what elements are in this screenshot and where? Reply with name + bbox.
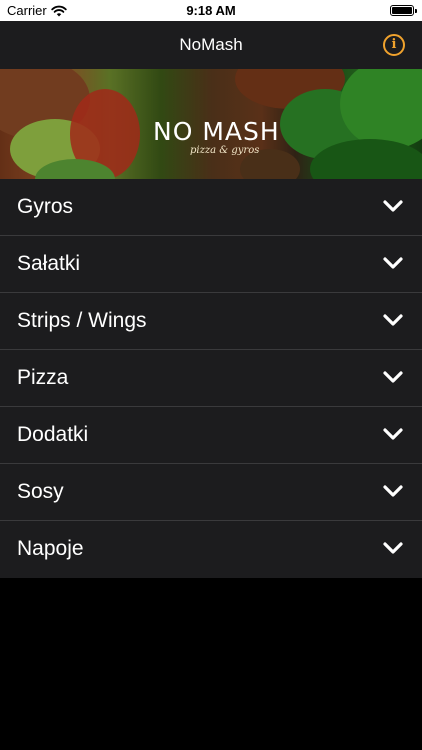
list-item[interactable]: Napoje — [0, 521, 422, 578]
info-icon[interactable]: i — [383, 34, 405, 56]
clock: 9:18 AM — [186, 3, 236, 18]
category-label: Napoje — [17, 537, 84, 560]
category-label: Sosy — [17, 480, 64, 503]
category-label: Dodatki — [17, 423, 89, 446]
chevron-down-icon[interactable] — [382, 484, 404, 498]
list-item[interactable]: Sałatki — [0, 236, 422, 293]
list-item[interactable]: Gyros — [0, 179, 422, 236]
nav-bar: NoMash i — [0, 21, 422, 69]
page-title: NoMash — [179, 35, 243, 54]
category-label: Strips / Wings — [17, 309, 147, 332]
category-label: Gyros — [17, 195, 74, 218]
list-item[interactable]: Strips / Wings — [0, 293, 422, 350]
status-bar: Carrier 9:18 AM — [0, 0, 422, 21]
category-label: Pizza — [17, 366, 69, 389]
brand-logo: NO MASH — [153, 117, 280, 146]
category-list: Gyros Sałatki Strips / Wings Pizza Dodat… — [0, 179, 422, 578]
chevron-down-icon[interactable] — [382, 199, 404, 213]
list-item[interactable]: Dodatki — [0, 407, 422, 464]
banner-image: NO MASH pizza & gyros — [0, 69, 422, 179]
chevron-down-icon[interactable] — [382, 541, 404, 555]
brand-tagline: pizza & gyros — [190, 145, 260, 156]
chevron-down-icon[interactable] — [382, 427, 404, 441]
category-label: Sałatki — [17, 252, 81, 275]
list-item[interactable]: Pizza — [0, 350, 422, 407]
list-item[interactable]: Sosy — [0, 464, 422, 521]
chevron-down-icon[interactable] — [382, 313, 404, 327]
chevron-down-icon[interactable] — [382, 370, 404, 384]
chevron-down-icon[interactable] — [382, 256, 404, 270]
battery-icon — [390, 5, 417, 16]
